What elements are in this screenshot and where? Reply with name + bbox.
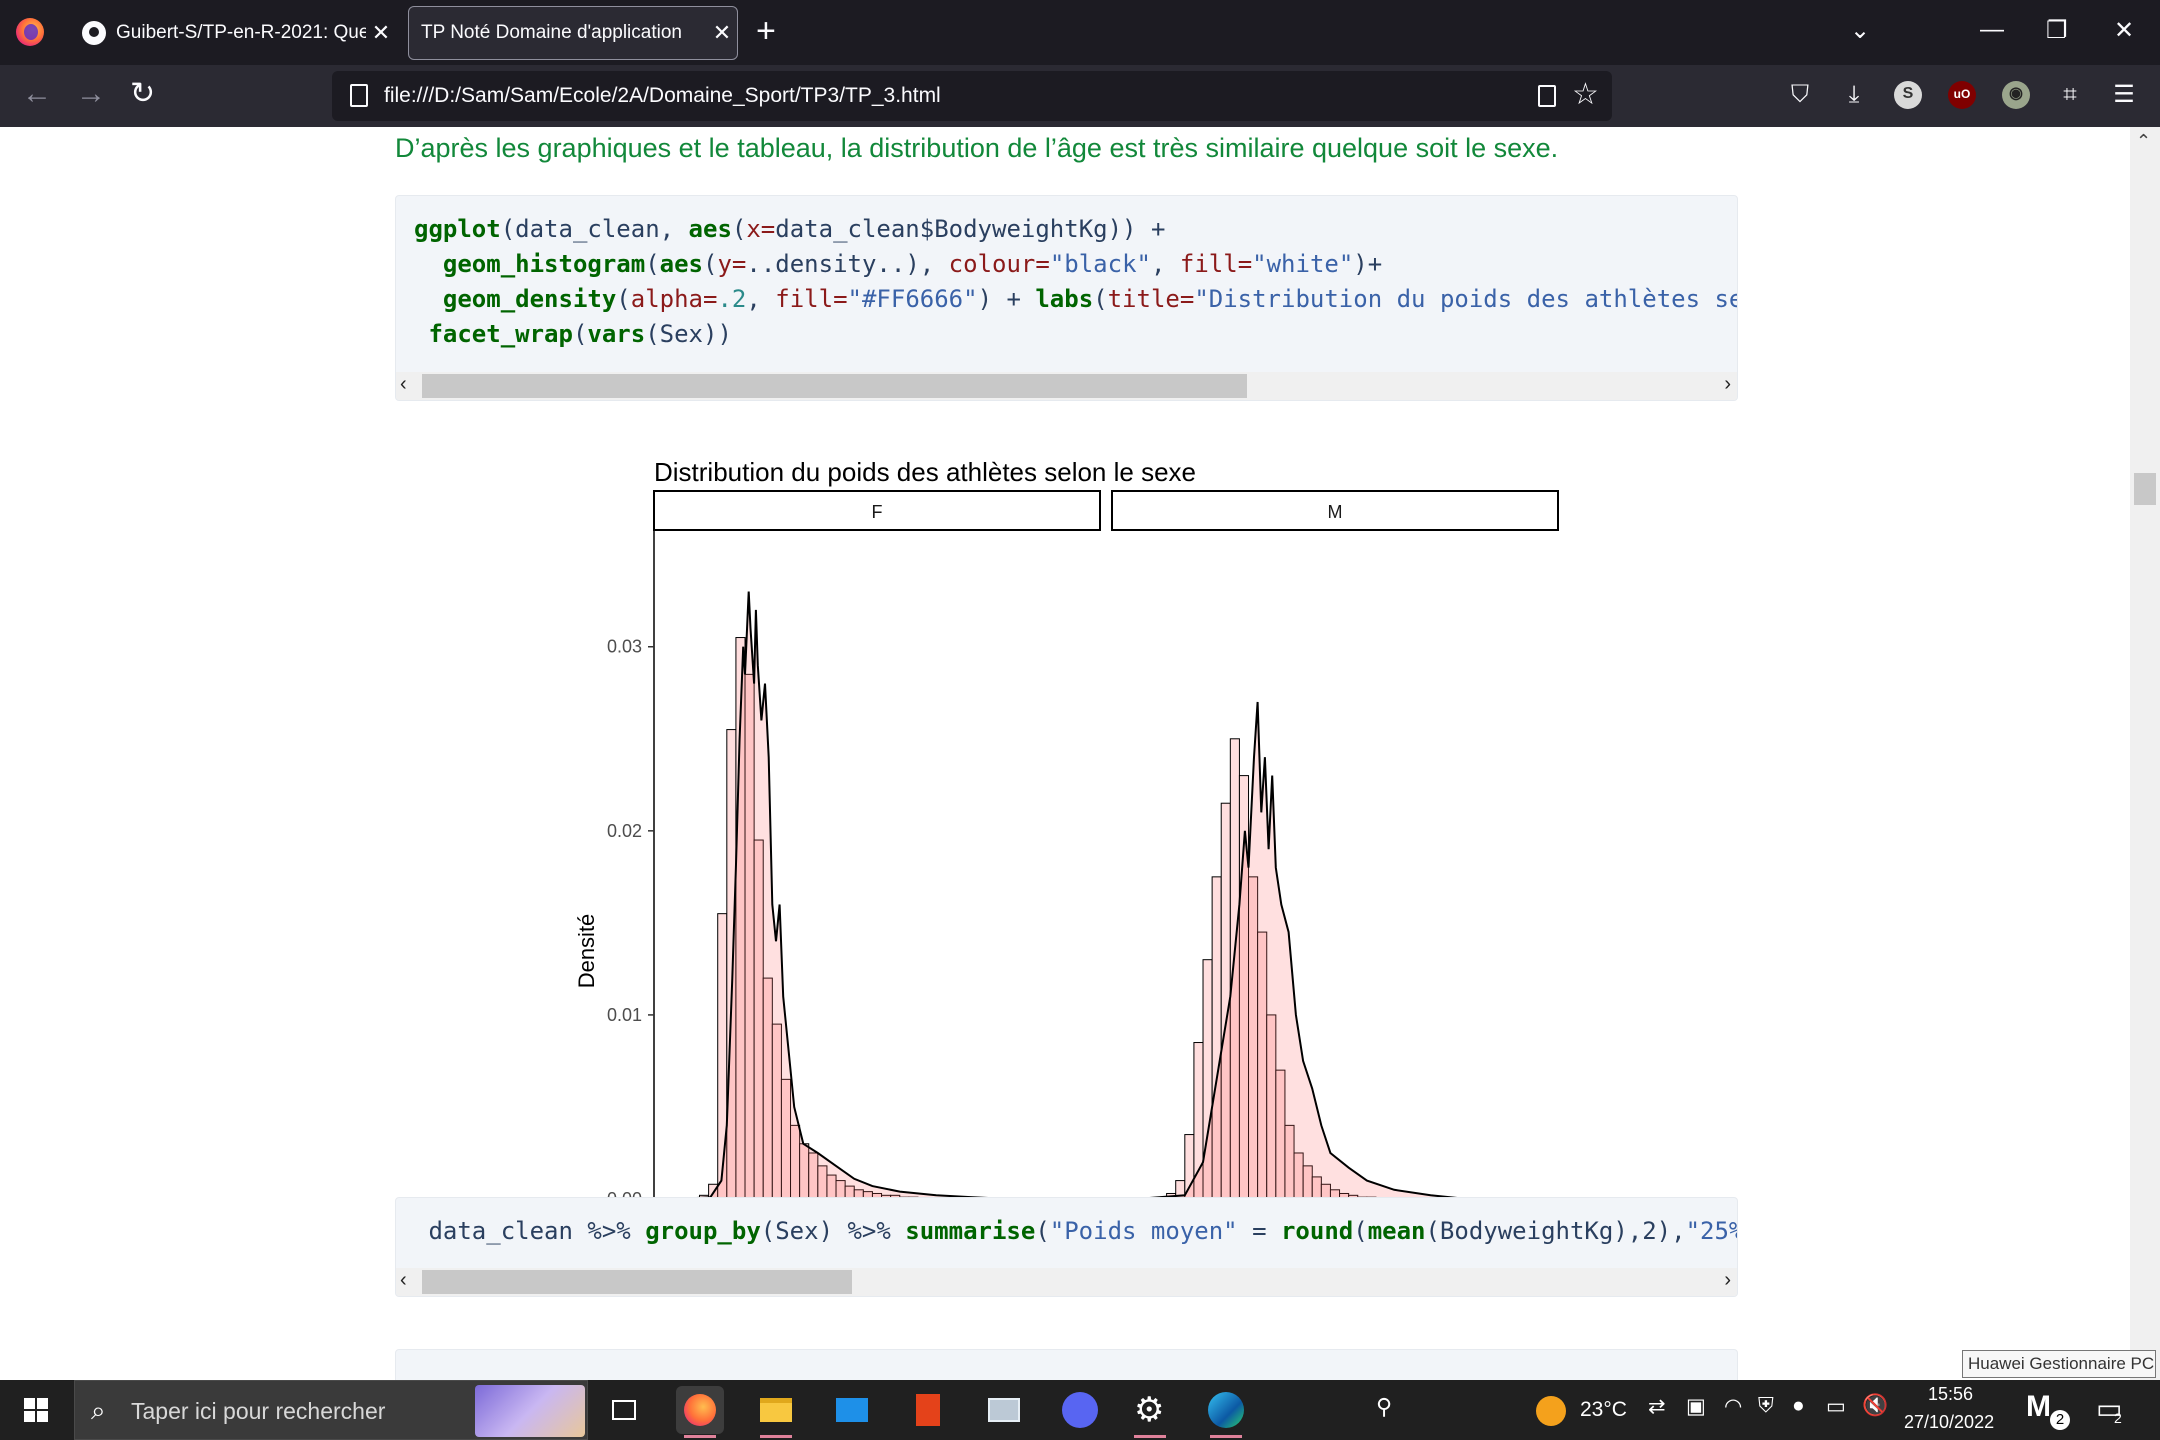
facet-strip-label: M [1328,502,1343,522]
gmail-icon[interactable]: M [2026,1390,2051,1424]
chart-title: Distribution du poids des athlètes selon… [654,457,1196,487]
discord-icon[interactable] [1056,1386,1104,1434]
new-tab-button[interactable]: + [756,14,776,48]
notification-count: 2 [2114,1410,2122,1426]
settings-gear-icon[interactable]: ⚙ [1126,1386,1174,1438]
taskbar-search-box[interactable]: ⌕ Taper ici pour rechercher [74,1380,588,1440]
address-bar[interactable]: file:///D:/Sam/Sam/Ecole/2A/Domaine_Spor… [332,71,1612,121]
vertical-scrollbar[interactable]: ⌃ [2130,127,2160,1380]
tab-bar: Guibert-S/TP-en-R-2021: Quelq ✕ TP Noté … [0,0,2160,65]
scroll-right-icon[interactable]: › [1724,1269,1731,1292]
windows-start-icon[interactable] [24,1398,48,1422]
forward-arrow-icon[interactable]: → [76,79,106,109]
code-line: geom_histogram(aes(y=..density..), colou… [442,250,1383,278]
temperature[interactable]: 23°C [1580,1398,1627,1422]
tray-app-icon[interactable]: ● [1792,1394,1805,1418]
tab-github[interactable]: Guibert-S/TP-en-R-2021: Quelq ✕ [66,6,396,60]
code-block-next [395,1349,1738,1380]
analysis-paragraph: D’après les graphiques et le tableau, la… [395,133,1559,163]
windows-taskbar: ⌕ Taper ici pour rechercher ⚙ ⚲ 23°C ⇄ ▣… [0,1380,2160,1440]
close-tab-icon[interactable]: ✕ [366,20,396,46]
bookmark-star-icon[interactable]: ☆ [1572,77,1599,112]
scroll-up-icon[interactable]: ⌃ [2136,131,2151,152]
people-icon[interactable]: ⚲ [1376,1394,1392,1420]
code-text: data_clean %>% group_by(Sex) %>% summari… [414,1214,1737,1249]
tab-label: TP Noté Domaine d'application [421,22,682,43]
facet-strip-label: F [872,502,883,522]
scrollbar-thumb[interactable] [422,1270,852,1294]
code-block-ggplot: ggplot(data_clean, aes(x=data_clean$Body… [395,195,1738,401]
close-tab-icon[interactable]: ✕ [707,20,737,46]
firefox-taskbar-icon[interactable] [676,1386,724,1438]
clock-time[interactable]: 15:56 [1928,1384,1973,1405]
scrollbar-thumb[interactable] [2134,473,2156,505]
wifi-icon[interactable]: ◠ [1724,1394,1742,1419]
code-line: geom_density(alpha=.2, fill="#FF6666") +… [442,285,1737,313]
tray-screen-icon[interactable]: ▣ [1686,1394,1706,1419]
navigation-bar: ← → ↻ file:///D:/Sam/Sam/Ecole/2A/Domain… [0,65,2160,127]
extension-s-icon[interactable]: S [1894,81,1922,109]
horizontal-scrollbar[interactable]: ‹ › [396,1268,1737,1296]
chevron-down-icon[interactable]: ⌄ [1850,16,1870,45]
reload-icon[interactable]: ↻ [130,79,155,109]
gmail-badge: 2 [2050,1410,2070,1430]
code-line: facet_wrap(vars(Sex)) [428,320,732,348]
task-view-icon[interactable] [600,1386,648,1434]
search-placeholder: Taper ici pour rechercher [131,1398,386,1424]
search-highlight-image [475,1385,585,1437]
url-text[interactable]: file:///D:/Sam/Sam/Ecole/2A/Domaine_Spor… [384,84,941,108]
y-tick-label: 0.02 [607,821,642,841]
mail-icon[interactable] [828,1386,876,1434]
code-line: data_clean %>% group_by(Sex) %>% summari… [414,1217,1737,1245]
crop-icon[interactable]: ⌗ [2056,81,2084,109]
horizontal-scrollbar[interactable]: ‹ › [396,372,1737,400]
battery-icon[interactable]: ▭ [1826,1394,1846,1419]
scroll-right-icon[interactable]: › [1724,373,1731,396]
y-tick-label: 0.01 [607,1005,642,1025]
y-tick-label: 0.03 [607,637,642,657]
y-axis-label: Densité [574,914,599,989]
page-icon [350,84,368,107]
search-icon: ⌕ [91,1395,106,1425]
monitor-app-icon[interactable] [980,1386,1028,1434]
shield-icon[interactable]: ⛨ [1758,1394,1774,1418]
scroll-left-icon[interactable]: ‹ [400,1269,407,1292]
extension-face-icon[interactable]: ◉ [2002,81,2030,109]
speaker-muted-icon[interactable]: 🔇 [1862,1394,1888,1418]
minimize-icon[interactable]: — [1980,16,2004,44]
weather-sun-icon[interactable] [1536,1396,1566,1426]
office-icon[interactable] [904,1386,952,1434]
firefox-menu-icon[interactable] [16,18,44,46]
back-arrow-icon[interactable]: ← [22,79,52,109]
ublock-icon[interactable]: uO [1948,81,1976,109]
hamburger-menu-icon[interactable]: ☰ [2110,81,2138,109]
page-content: D’après les graphiques et le tableau, la… [0,127,2130,1380]
reader-view-icon[interactable] [1538,85,1556,107]
tray-sliders-icon[interactable]: ⇄ [1648,1394,1666,1419]
close-window-icon[interactable]: ✕ [2114,16,2134,45]
file-explorer-icon[interactable] [752,1386,800,1438]
edge-icon[interactable] [1202,1386,1250,1438]
scrollbar-thumb[interactable] [422,374,1247,398]
code-block-summarise: data_clean %>% group_by(Sex) %>% summari… [395,1197,1738,1297]
weight-distribution-chart: Distribution du poids des athlètes selon… [574,457,1573,1287]
download-icon[interactable]: ⤓ [1840,81,1868,109]
github-icon [82,21,106,45]
restore-icon[interactable]: ❐ [2046,16,2068,45]
code-text: ggplot(data_clean, aes(x=data_clean$Body… [414,212,1737,352]
clock-date[interactable]: 27/10/2022 [1904,1412,1994,1433]
code-line: ggplot(data_clean, aes(x=data_clean$Body… [414,215,1166,243]
tab-label: Guibert-S/TP-en-R-2021: Quelq [116,22,366,43]
tab-tp-note[interactable]: TP Noté Domaine d'application ✕ [408,6,738,60]
scroll-left-icon[interactable]: ‹ [400,373,407,396]
pocket-icon[interactable]: ⛉ [1786,81,1814,109]
tooltip: Huawei Gestionnaire PC [1962,1350,2156,1378]
